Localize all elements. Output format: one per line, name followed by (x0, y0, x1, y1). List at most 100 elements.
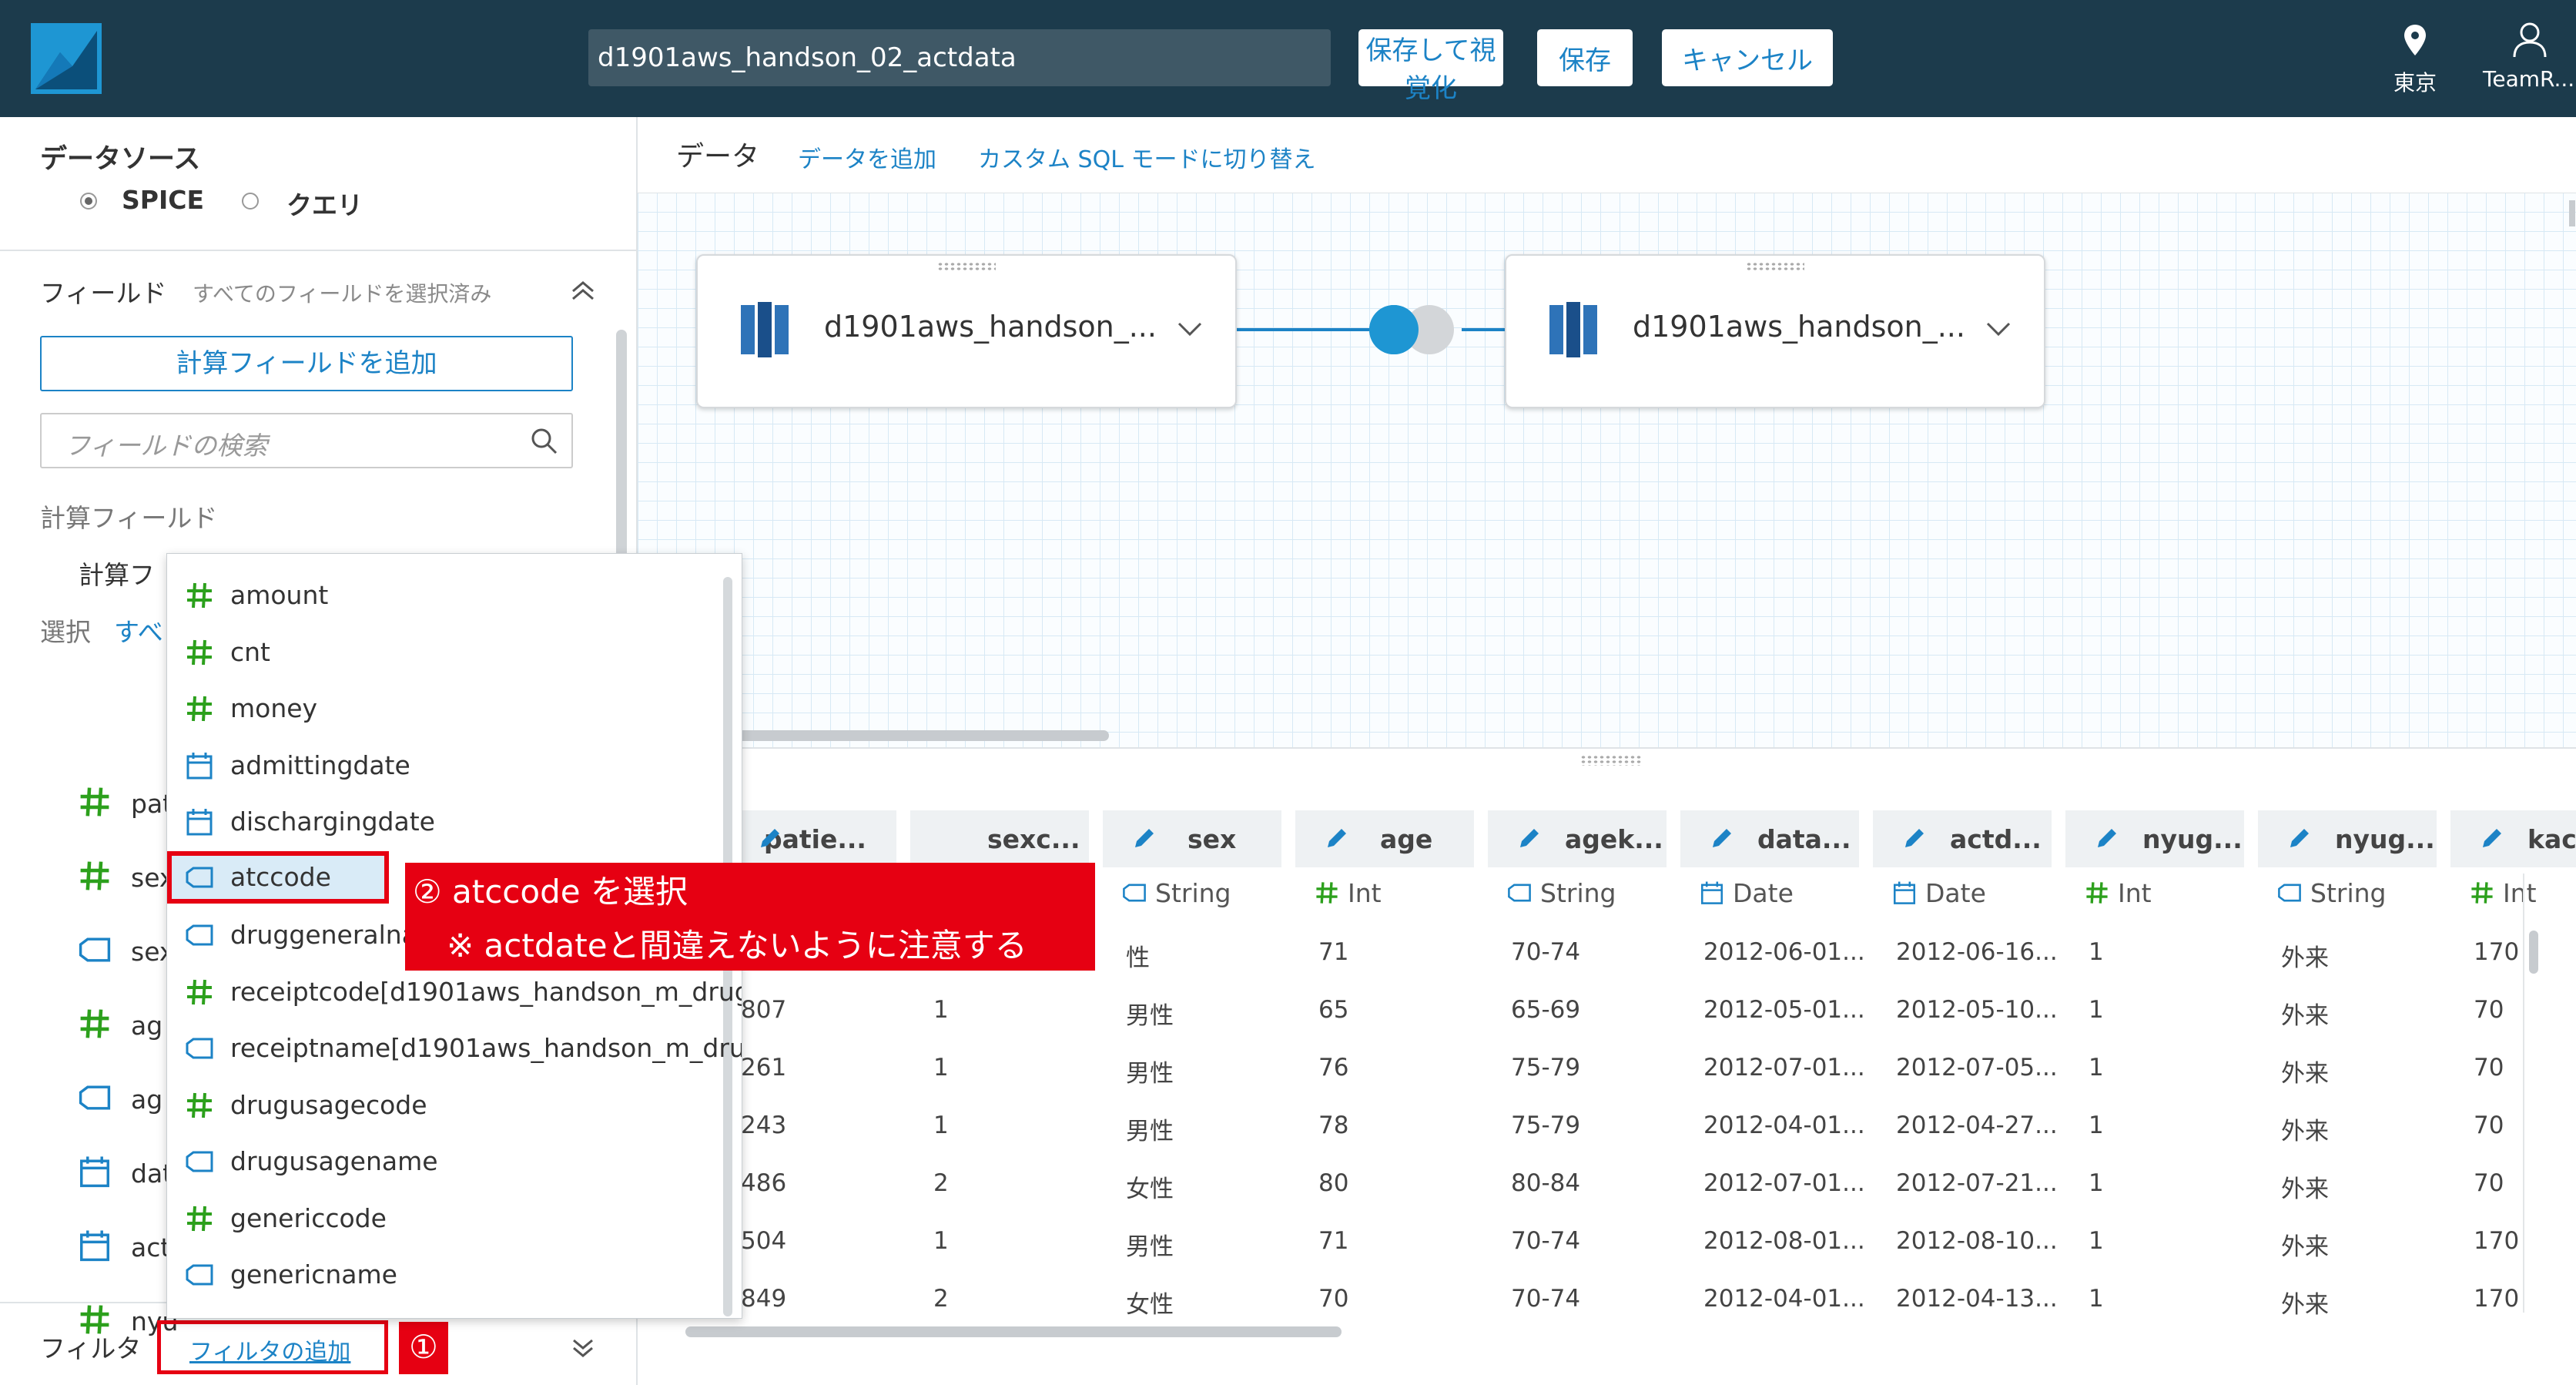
column-header[interactable]: kaсс (2450, 810, 2576, 867)
canvas-scrollbar[interactable] (2569, 200, 2575, 226)
column-header[interactable]: nyug... (2258, 810, 2437, 867)
table-cell: 2012-07-05... (1896, 1054, 2058, 1082)
edit-pencil-icon[interactable] (1516, 826, 1542, 852)
add-data-link[interactable]: データを追加 (798, 140, 936, 174)
table-cell: 80 (1318, 1169, 1349, 1197)
quicksight-logo[interactable] (31, 23, 102, 94)
chevron-down-icon[interactable] (571, 1337, 595, 1359)
dataset-card-right[interactable]: d1901aws_handson_... (1505, 254, 2045, 408)
table-cell: 2 (933, 1285, 949, 1313)
drag-handle[interactable] (1746, 262, 1804, 271)
chevron-down-icon[interactable] (1985, 320, 2012, 339)
region-selector[interactable]: 東京 (2387, 18, 2443, 103)
column-header[interactable]: patie... (568, 810, 896, 867)
edit-pencil-icon[interactable] (1323, 826, 1349, 852)
dropdown-field-option[interactable]: money (167, 682, 722, 736)
splitter-handle[interactable] (1580, 755, 1642, 766)
column-header[interactable]: sex (1103, 810, 1281, 867)
fields-status: すべてのフィールドを選択済み (193, 281, 492, 307)
select-all-link[interactable]: すべ (114, 612, 163, 649)
column-header[interactable]: age (1295, 810, 1474, 867)
number-icon (184, 977, 215, 1008)
dropdown-field-option-label: drugusagecode (230, 1089, 427, 1120)
table-cell: 2012-05-10... (1896, 996, 2058, 1024)
tag-icon (186, 867, 213, 887)
account-menu[interactable]: TeamR... (2480, 18, 2576, 103)
calc-field-item[interactable]: 計算フ (79, 555, 155, 592)
canvas-h-scrollbar[interactable] (693, 730, 1109, 741)
string-icon (77, 1080, 112, 1118)
table-cell: 2012-06-01... (1703, 938, 1865, 966)
join-canvas: d1901aws_handson_... d1901aws_handson_..… (638, 193, 2576, 747)
add-filter-link[interactable]: フィルタの追加 (189, 1333, 350, 1367)
edit-pencil-icon[interactable] (2093, 826, 2119, 852)
column-type-label: Int (2503, 878, 2537, 908)
edit-pencil-icon[interactable] (2478, 826, 2504, 852)
table-cell: 1 (2089, 996, 2104, 1024)
column-header-name: agek... (1565, 824, 1663, 854)
edit-pencil-icon[interactable] (1901, 826, 1927, 852)
tag-icon (1123, 884, 1146, 902)
save-and-visualize-button[interactable]: 保存して視覚化 (1358, 29, 1503, 104)
number-icon (2084, 880, 2110, 912)
chevron-up-icon[interactable] (570, 279, 596, 300)
table-h-scrollbar[interactable] (685, 1326, 1342, 1337)
query-radio[interactable] (242, 193, 259, 210)
database-icon (1549, 302, 1597, 357)
custom-sql-link[interactable]: カスタム SQL モードに切り替え (978, 140, 1315, 174)
cancel-button[interactable]: キャンセル (1662, 29, 1833, 86)
dropdown-field-option[interactable]: genericcode (167, 1192, 722, 1246)
column-header[interactable]: data... (1680, 810, 1859, 867)
dropdown-field-option-label: drugusagename (230, 1146, 438, 1176)
dropdown-field-option[interactable]: cnt (167, 626, 722, 680)
column-header[interactable]: agek... (1488, 810, 1667, 867)
column-header[interactable]: sexc... (761, 810, 1089, 867)
dropdown-field-option[interactable]: drugusagename (167, 1135, 722, 1189)
dropdown-field-option[interactable]: amount (167, 569, 722, 623)
number-icon (1314, 880, 1340, 912)
number-icon (80, 1009, 109, 1038)
calendar-icon (1700, 881, 1723, 904)
table-cell: 76 (1318, 1054, 1349, 1082)
dropdown-field-option[interactable]: genericname (167, 1249, 722, 1303)
date-icon (184, 750, 215, 781)
column-header[interactable]: nyug... (2065, 810, 2244, 867)
tag-icon (79, 937, 111, 962)
dropdown-field-option[interactable]: atccode (167, 850, 389, 904)
table-cell: 1 (2089, 1054, 2104, 1082)
drag-handle[interactable] (937, 262, 996, 271)
column-header[interactable]: actd... (1873, 810, 2052, 867)
calendar-icon (80, 1230, 109, 1262)
field-search-input[interactable]: フィールドの検索 (40, 413, 573, 468)
number-icon (1316, 882, 1338, 904)
table-cell: 1 (2089, 1285, 2104, 1313)
dropdown-field-option[interactable]: receiptcode[d1901aws_handson_m_drug (167, 966, 742, 1020)
dataset-name-input[interactable]: d1901aws_handson_02_actdata (588, 29, 1331, 86)
dropdown-field-option[interactable]: admittingdate (167, 739, 722, 793)
dropdown-field-option[interactable]: dischargingdate (167, 796, 722, 850)
dropdown-field-option[interactable]: drugusagecode (167, 1079, 722, 1133)
table-cell: 70-74 (1511, 1227, 1581, 1255)
spice-radio[interactable] (80, 193, 97, 210)
string-icon (184, 1146, 215, 1177)
table-cell: 80-84 (1511, 1169, 1581, 1197)
table-cell: 2012-04-01... (1703, 1112, 1865, 1139)
table-cell: 1 (2089, 1227, 2104, 1255)
search-icon[interactable] (530, 427, 559, 456)
dataset-card-left[interactable]: d1901aws_handson_... (696, 254, 1237, 408)
edit-pencil-icon[interactable] (2286, 826, 2312, 852)
edit-pencil-icon[interactable] (1708, 826, 1734, 852)
table-v-scrollbar[interactable] (2529, 931, 2538, 974)
number-icon (184, 1203, 215, 1234)
edit-pencil-icon[interactable] (1131, 826, 1157, 852)
save-button[interactable]: 保存 (1537, 29, 1633, 86)
add-calculated-field-button[interactable]: 計算フィールドを追加 (40, 336, 573, 391)
number-icon (187, 582, 212, 609)
chevron-down-icon[interactable] (1177, 320, 1203, 339)
table-cell: 70-74 (1511, 938, 1581, 966)
dropdown-field-option-label: money (230, 693, 318, 723)
tag-icon (186, 1151, 213, 1172)
table-cell: 1 (933, 1054, 949, 1082)
dropdown-field-option[interactable]: receiptname[d1901aws_handson_m_dru (167, 1022, 742, 1076)
edit-pencil-icon[interactable] (756, 826, 782, 852)
